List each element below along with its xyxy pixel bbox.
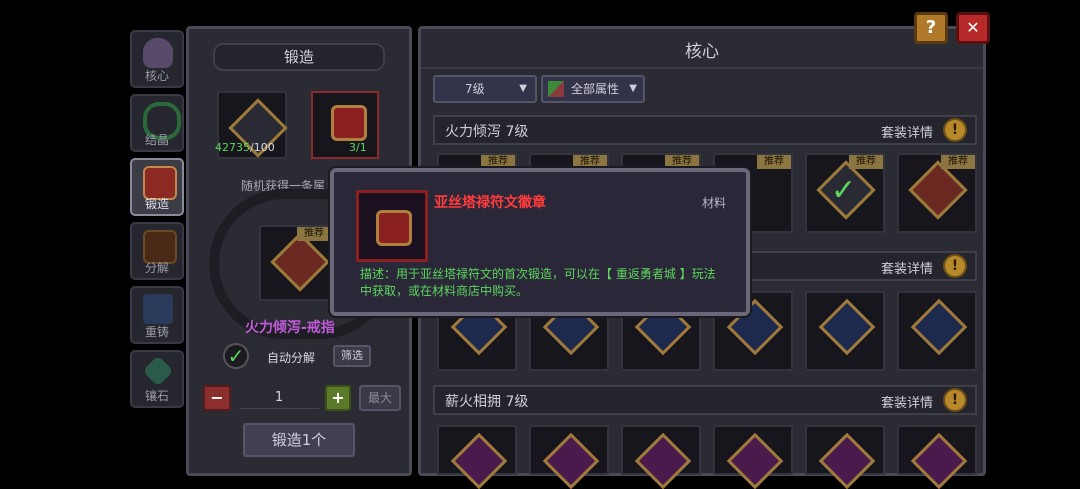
demon-badge-icon (376, 210, 412, 246)
minus-button[interactable]: − (203, 385, 231, 411)
auto-decompose-label: 自动分解 (267, 351, 316, 365)
purple-rune-icon (726, 432, 784, 489)
flask-icon (143, 38, 173, 68)
core-item[interactable] (897, 425, 977, 489)
set-header: 薪火相拥 7级 套装详情 ! (433, 385, 977, 415)
check-icon: ✓ (831, 173, 857, 208)
core-item[interactable]: 推荐 (897, 153, 977, 233)
chevron-down-icon: ▼ (629, 83, 637, 94)
tooltip-description: 描述：用于亚丝塔禄符文的首次锻造，可以在【 重返勇者城 】玩法中获取，或在材料商… (360, 267, 716, 298)
purple-rune-icon (818, 432, 876, 489)
purple-rune-icon (450, 432, 508, 489)
ring-item-icon (270, 232, 330, 292)
sidebar-item-recast[interactable]: 重铸 (130, 286, 184, 344)
set-name: 薪火相拥 7级 (445, 394, 529, 410)
sidebar-item-label: 核心 (144, 69, 169, 83)
core-item[interactable] (713, 425, 793, 489)
divider (421, 67, 983, 69)
set-detail-link[interactable]: 套装详情 (881, 258, 933, 277)
sidebar: 核心 结晶 锻造 分解 重铸 镶石 (128, 30, 190, 410)
item-tooltip: 亚丝塔禄符文徽章 材料 描述：用于亚丝塔禄符文的首次锻造，可以在【 重返勇者城 … (330, 168, 750, 316)
sidebar-item-decompose[interactable]: 分解 (130, 222, 184, 280)
info-icon[interactable]: ! (943, 118, 967, 142)
core-item[interactable] (437, 425, 517, 489)
core-item[interactable] (621, 425, 701, 489)
core-item[interactable] (805, 291, 885, 371)
sidebar-item-gem[interactable]: 镶石 (130, 350, 184, 408)
core-title: 核心 (685, 42, 719, 62)
info-icon[interactable]: ! (943, 254, 967, 278)
core-item[interactable] (529, 425, 609, 489)
tooltip-item-name: 亚丝塔禄符文徽章 (434, 195, 546, 211)
core-item[interactable] (897, 291, 977, 371)
sidebar-item-label: 分解 (144, 261, 169, 275)
attribute-color-icon (548, 81, 564, 97)
purple-rune-icon (634, 432, 692, 489)
sidebar-item-forge[interactable]: 锻造 (130, 158, 184, 216)
sidebar-item-label: 锻造 (144, 197, 169, 211)
forge-button[interactable]: 锻造1个 (243, 423, 355, 457)
material-slot-2[interactable] (311, 91, 379, 159)
tooltip-item-slot (356, 190, 428, 262)
attribute-select[interactable]: 全部属性 ▼ (541, 75, 645, 103)
set-detail-link[interactable]: 套装详情 (881, 392, 933, 411)
recommend-tag: 推荐 (297, 227, 331, 241)
tooltip-category: 材料 (701, 196, 726, 210)
plus-button[interactable]: + (325, 385, 351, 411)
close-button[interactable]: ✕ (956, 12, 990, 44)
purple-rune-icon (910, 432, 968, 489)
core-item[interactable]: ✓ 推荐 (805, 153, 885, 233)
auto-decompose-checkbox[interactable]: ✓ (223, 343, 249, 369)
sidebar-item-label: 结晶 (144, 133, 169, 147)
material-count-1: 42735/100 (215, 141, 275, 154)
sidebar-item-crystal[interactable]: 结晶 (130, 94, 184, 152)
rune-badge-icon (908, 160, 968, 220)
info-icon[interactable]: ! (943, 388, 967, 412)
demon-badge-icon (331, 105, 367, 141)
set-name: 火力倾泻 7级 (445, 124, 529, 140)
result-slot[interactable]: 推荐 (259, 225, 333, 301)
blue-rune-icon (910, 298, 968, 356)
level-select[interactable]: 7级 ▼ (433, 75, 537, 103)
quantity-input[interactable]: 1 (239, 387, 319, 409)
gem-inlay-icon (142, 355, 174, 387)
blue-rune-icon (818, 298, 876, 356)
result-name: 火力倾泻-戒指 (245, 320, 335, 336)
purple-rune-icon (542, 432, 600, 489)
sidebar-item-core[interactable]: 核心 (130, 30, 184, 88)
help-button[interactable]: ? (914, 12, 948, 44)
sidebar-item-label: 镶石 (144, 389, 169, 403)
sidebar-item-label: 重铸 (144, 325, 169, 339)
set-detail-link[interactable]: 套装详情 (881, 122, 933, 141)
filter-button[interactable]: 筛选 (333, 345, 371, 367)
max-button[interactable]: 最大 (359, 385, 401, 411)
set-header: 火力倾泻 7级 套装详情 ! (433, 115, 977, 145)
material-count-2: 3/1 (349, 141, 367, 154)
forge-title: 锻造 (213, 43, 385, 71)
chevron-down-icon: ▼ (519, 83, 527, 94)
core-item[interactable] (805, 425, 885, 489)
recast-icon (143, 294, 173, 324)
